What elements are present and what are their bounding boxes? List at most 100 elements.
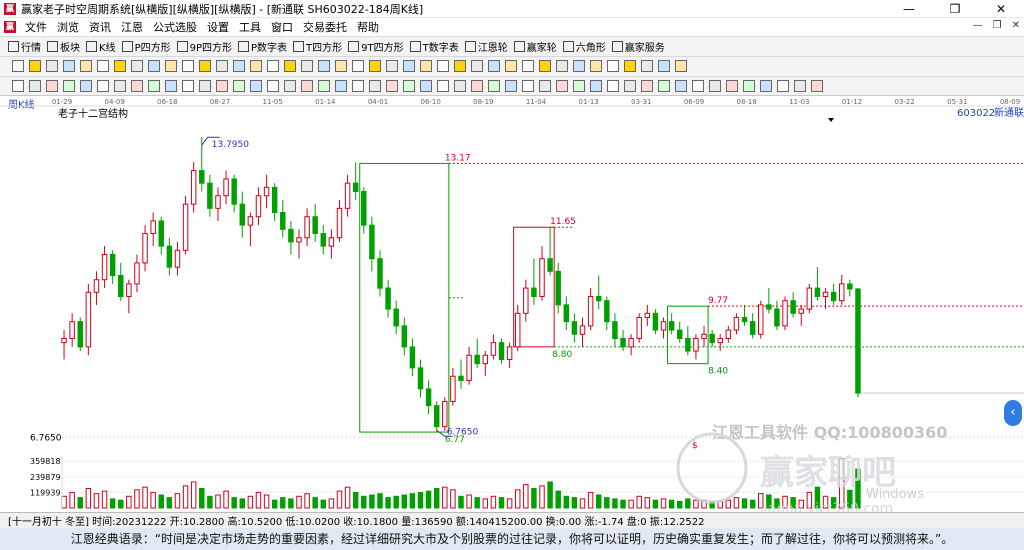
tb3icons-tool-icon[interactable] [284, 80, 296, 92]
tb2icons-tool-icon[interactable] [12, 60, 24, 72]
tb3icons-tool-icon[interactable] [590, 80, 602, 92]
tb3icons-tool-icon[interactable] [777, 80, 789, 92]
tb3icons-tool-icon[interactable] [420, 80, 432, 92]
tb3icons-tool-icon[interactable] [267, 80, 279, 92]
tb2icons-tool-icon[interactable] [46, 60, 58, 72]
tb3icons-tool-icon[interactable] [641, 80, 653, 92]
tb3icons-tool-icon[interactable] [352, 80, 364, 92]
dropdown-arrow-icon[interactable] [828, 118, 834, 122]
tb2icons-tool-icon[interactable] [369, 60, 381, 72]
tb2icons-tool-icon[interactable] [556, 60, 568, 72]
minimize-icon[interactable]: — [886, 0, 932, 18]
tb3icons-tool-icon[interactable] [658, 80, 670, 92]
tb2icons-tool-icon[interactable] [386, 60, 398, 72]
tb3icons-tool-icon[interactable] [726, 80, 738, 92]
menu-item-8[interactable]: 交易委托 [298, 19, 352, 35]
tb3icons-tool-icon[interactable] [97, 80, 109, 92]
tb2icons-tool-icon[interactable] [658, 60, 670, 72]
tb3icons-tool-icon[interactable] [709, 80, 721, 92]
toolbar-button-11[interactable]: 六角形 [562, 39, 606, 54]
kline-chart-area[interactable]: 周K线 老子十二宫结构 603022 新通联 01-29 04-09 06-18 08… [0, 96, 1024, 517]
tb2icons-tool-icon[interactable] [420, 60, 432, 72]
tb3icons-tool-icon[interactable] [437, 80, 449, 92]
tb3icons-tool-icon[interactable] [386, 80, 398, 92]
menu-item-1[interactable]: 浏览 [52, 19, 84, 35]
tb2icons-tool-icon[interactable] [573, 60, 585, 72]
tb2icons-tool-icon[interactable] [148, 60, 160, 72]
tb3icons-tool-icon[interactable] [216, 80, 228, 92]
tb2icons-tool-icon[interactable] [250, 60, 262, 72]
tb2icons-tool-icon[interactable] [284, 60, 296, 72]
tb2icons-tool-icon[interactable] [80, 60, 92, 72]
tb2icons-tool-icon[interactable] [318, 60, 330, 72]
toolbar-button-12[interactable]: 赢家服务 [611, 39, 665, 54]
tb2icons-tool-icon[interactable] [437, 60, 449, 72]
tb3icons-tool-icon[interactable] [692, 80, 704, 92]
tb2icons-tool-icon[interactable] [352, 60, 364, 72]
tb3icons-tool-icon[interactable] [760, 80, 772, 92]
tb3icons-tool-icon[interactable] [335, 80, 347, 92]
toolbar-button-9[interactable]: 江恩轮 [464, 39, 508, 54]
tb3icons-tool-icon[interactable] [80, 80, 92, 92]
tb3icons-tool-icon[interactable] [539, 80, 551, 92]
tb3icons-tool-icon[interactable] [522, 80, 534, 92]
tb3icons-tool-icon[interactable] [63, 80, 75, 92]
tb3icons-tool-icon[interactable] [29, 80, 41, 92]
tb2icons-tool-icon[interactable] [403, 60, 415, 72]
mdi-restore-icon[interactable]: ❐ [993, 20, 1002, 31]
toolbar-button-6[interactable]: T四方形 [293, 39, 342, 54]
toolbar-button-3[interactable]: P四方形 [121, 39, 171, 54]
tb3icons-tool-icon[interactable] [403, 80, 415, 92]
tb2icons-tool-icon[interactable] [29, 60, 41, 72]
tb2icons-tool-icon[interactable] [63, 60, 75, 72]
tb3icons-tool-icon[interactable] [46, 80, 58, 92]
tb3icons-tool-icon[interactable] [675, 80, 687, 92]
toolbar-button-5[interactable]: P数字表 [238, 39, 287, 54]
tb2icons-tool-icon[interactable] [522, 60, 534, 72]
toolbar-button-1[interactable]: 板块 [47, 39, 80, 54]
tb2icons-tool-icon[interactable] [301, 60, 313, 72]
tb2icons-tool-icon[interactable] [131, 60, 143, 72]
menu-item-6[interactable]: 工具 [234, 19, 266, 35]
tb3icons-tool-icon[interactable] [301, 80, 313, 92]
tb2icons-tool-icon[interactable] [590, 60, 602, 72]
tb3icons-tool-icon[interactable] [811, 80, 823, 92]
tb2icons-tool-icon[interactable] [233, 60, 245, 72]
tb2icons-tool-icon[interactable] [488, 60, 500, 72]
tb2icons-tool-icon[interactable] [505, 60, 517, 72]
toolbar-button-4[interactable]: 9P四方形 [176, 39, 232, 54]
menu-item-3[interactable]: 江恩 [116, 19, 148, 35]
toolbar-button-8[interactable]: T数字表 [409, 39, 459, 54]
tb3icons-tool-icon[interactable] [743, 80, 755, 92]
tb2icons-tool-icon[interactable] [199, 60, 211, 72]
tb3icons-tool-icon[interactable] [471, 80, 483, 92]
toolbar-button-2[interactable]: K线 [86, 39, 116, 54]
tb2icons-tool-icon[interactable] [454, 60, 466, 72]
tb3icons-tool-icon[interactable] [794, 80, 806, 92]
tb3icons-tool-icon[interactable] [488, 80, 500, 92]
tb2icons-tool-icon[interactable] [267, 60, 279, 72]
maximize-icon[interactable]: ❐ [932, 0, 978, 18]
tb3icons-tool-icon[interactable] [624, 80, 636, 92]
mdi-close-icon[interactable]: ✕ [1012, 20, 1020, 31]
kline-chart[interactable]: 周K线 老子十二宫结构 603022 新通联 01-29 04-09 06-18 08… [0, 96, 1024, 517]
tb3icons-tool-icon[interactable] [369, 80, 381, 92]
tb2icons-tool-icon[interactable] [182, 60, 194, 72]
tb3icons-tool-icon[interactable] [114, 80, 126, 92]
side-collapse-button[interactable]: ‹ [1004, 400, 1022, 426]
tb3icons-tool-icon[interactable] [318, 80, 330, 92]
menu-item-0[interactable]: 文件 [20, 19, 52, 35]
tb3icons-tool-icon[interactable] [454, 80, 466, 92]
tb2icons-tool-icon[interactable] [624, 60, 636, 72]
tb2icons-tool-icon[interactable] [165, 60, 177, 72]
tb2icons-tool-icon[interactable] [641, 60, 653, 72]
tb3icons-tool-icon[interactable] [573, 80, 585, 92]
tb3icons-tool-icon[interactable] [607, 80, 619, 92]
tb3icons-tool-icon[interactable] [148, 80, 160, 92]
tb3icons-tool-icon[interactable] [250, 80, 262, 92]
menu-item-2[interactable]: 资讯 [84, 19, 116, 35]
tb2icons-tool-icon[interactable] [216, 60, 228, 72]
tb3icons-tool-icon[interactable] [165, 80, 177, 92]
menu-item-7[interactable]: 窗口 [266, 19, 298, 35]
tb2icons-tool-icon[interactable] [335, 60, 347, 72]
